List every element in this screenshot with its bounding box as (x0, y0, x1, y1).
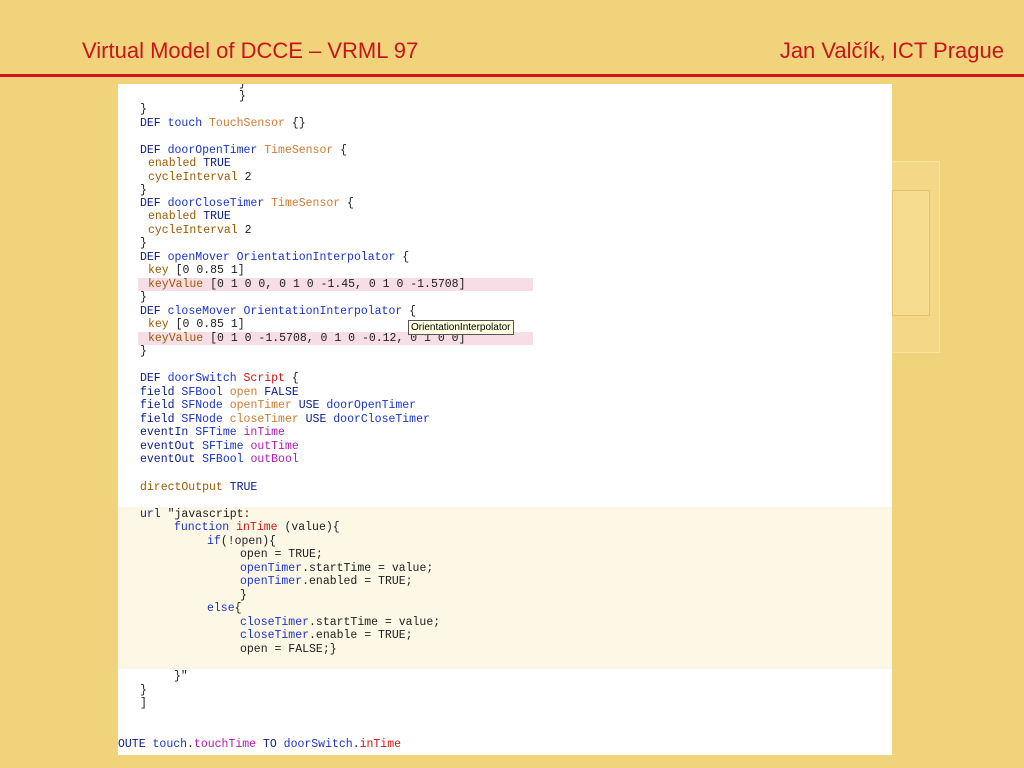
code-line: field SFNode closeTimer USE doorCloseTim… (140, 413, 430, 426)
code-line: enabled TRUE (148, 210, 231, 223)
code-line: } (140, 345, 147, 358)
code-line: DEF closeMover OrientationInterpolator { (140, 305, 417, 318)
code-line: DEF doorSwitch Script { (140, 372, 299, 385)
code-line: closeTimer.enable = TRUE; (240, 629, 413, 642)
code-line: } (140, 103, 147, 116)
slide-author: Jan Valčík, ICT Prague (779, 38, 1004, 63)
code-line: if(!open){ (207, 535, 277, 548)
code-line: url "javascript: (140, 508, 251, 521)
code-line: else{ (207, 602, 242, 615)
slide-header: Virtual Model of DCCE – VRML 97 Jan Valč… (0, 0, 1024, 76)
code-line: DEF doorCloseTimer TimeSensor { (140, 197, 354, 210)
code-line: closeTimer.startTime = value; (240, 616, 441, 629)
background-panel-inner (892, 190, 930, 316)
code-line: field SFBool open FALSE (140, 386, 299, 399)
code-line: open = TRUE; (240, 548, 323, 561)
code-line: } (140, 291, 147, 304)
code-line: }" (174, 670, 188, 683)
code-line: eventIn SFTime inTime (140, 426, 285, 439)
header-divider (0, 74, 1024, 77)
code-line: } (140, 184, 147, 197)
code-line: directOutput TRUE (140, 481, 258, 494)
code-line: open = FALSE;} (240, 643, 337, 656)
code-line: cycleInterval 2 (148, 171, 252, 184)
code-line: OUTE touch.touchTime TO doorSwitch.inTim… (118, 738, 402, 751)
code-line: ] (140, 697, 147, 710)
code-line: function inTime (value){ (174, 521, 340, 534)
code-line: key [0 0.85 1] (148, 264, 245, 277)
code-line: key [0 0.85 1] (148, 318, 245, 331)
code-line: openTimer.startTime = value; (240, 562, 434, 575)
code-line: field SFNode openTimer USE doorOpenTimer (140, 399, 417, 412)
tooltip: OrientationInterpolator (408, 320, 514, 335)
code-line: } (140, 237, 147, 250)
code-line: eventOut SFBool outBool (140, 453, 299, 466)
code-line: cycleInterval 2 (148, 224, 252, 237)
code-line: DEF touch TouchSensor {} (140, 117, 306, 130)
slide-title: Virtual Model of DCCE – VRML 97 (82, 38, 419, 63)
code-line: } (239, 90, 246, 103)
code-line: } (240, 589, 247, 602)
code-line: DEF doorOpenTimer TimeSensor { (140, 144, 348, 157)
vrml-code-window: } } } DEF touch TouchSensor {} DEF doorO… (118, 84, 892, 755)
code-line: keyValue [0 1 0 0, 0 1 0 -1.45, 0 1 0 -1… (148, 278, 466, 291)
code-line: enabled TRUE (148, 157, 231, 170)
code-line: openTimer.enabled = TRUE; (240, 575, 413, 588)
code-line: eventOut SFTime outTime (140, 440, 299, 453)
code-line: DEF openMover OrientationInterpolator { (140, 251, 410, 264)
code-line: } (140, 684, 147, 697)
